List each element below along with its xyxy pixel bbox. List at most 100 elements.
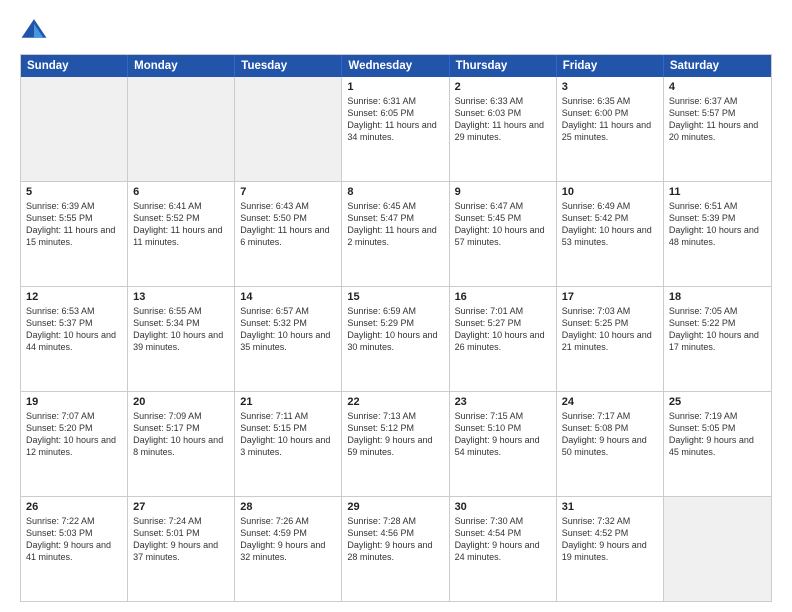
calendar-row-4: 26Sunrise: 7:22 AM Sunset: 5:03 PM Dayli… (21, 496, 771, 601)
day-number: 30 (455, 501, 551, 513)
header-cell-friday: Friday (557, 55, 664, 77)
cell-daylight-text: Sunrise: 6:53 AM Sunset: 5:37 PM Dayligh… (26, 305, 122, 354)
cell-daylight-text: Sunrise: 6:41 AM Sunset: 5:52 PM Dayligh… (133, 200, 229, 249)
calendar-cell (128, 77, 235, 181)
day-number: 17 (562, 291, 658, 303)
calendar-cell: 18 Sunrise: 7:05 AM Sunset: 5:22 PM Dayli… (664, 287, 771, 391)
day-number: 8 (347, 186, 443, 198)
calendar-cell: 16 Sunrise: 7:01 AM Sunset: 5:27 PM Dayli… (450, 287, 557, 391)
calendar-cell: 21 Sunrise: 7:11 AM Sunset: 5:15 PM Dayli… (235, 392, 342, 496)
cell-daylight-text: Sunrise: 6:47 AM Sunset: 5:45 PM Dayligh… (455, 200, 551, 249)
day-number: 14 (240, 291, 336, 303)
cell-daylight-text: Sunrise: 7:05 AM Sunset: 5:22 PM Dayligh… (669, 305, 766, 354)
calendar-cell: 30 Sunrise: 7:30 AM Sunset: 4:54 PM Dayli… (450, 497, 557, 601)
cell-daylight-text: Sunrise: 7:13 AM Sunset: 5:12 PM Dayligh… (347, 410, 443, 459)
calendar-cell: 17 Sunrise: 7:03 AM Sunset: 5:25 PM Dayli… (557, 287, 664, 391)
day-number: 3 (562, 81, 658, 93)
calendar-row-0: 1 Sunrise: 6:31 AM Sunset: 6:05 PM Daylig… (21, 77, 771, 181)
cell-daylight-text: Sunrise: 7:17 AM Sunset: 5:08 PM Dayligh… (562, 410, 658, 459)
day-number: 29 (347, 501, 443, 513)
header (20, 16, 772, 44)
cell-daylight-text: Sunrise: 7:32 AM Sunset: 4:52 PM Dayligh… (562, 515, 658, 564)
cell-daylight-text: Sunrise: 6:45 AM Sunset: 5:47 PM Dayligh… (347, 200, 443, 249)
cell-daylight-text: Sunrise: 7:01 AM Sunset: 5:27 PM Dayligh… (455, 305, 551, 354)
calendar-cell: 24 Sunrise: 7:17 AM Sunset: 5:08 PM Dayli… (557, 392, 664, 496)
calendar-cell: 28Sunrise: 7:26 AM Sunset: 4:59 PM Dayli… (235, 497, 342, 601)
calendar-cell: 20 Sunrise: 7:09 AM Sunset: 5:17 PM Dayli… (128, 392, 235, 496)
calendar-cell: 27Sunrise: 7:24 AM Sunset: 5:01 PM Dayli… (128, 497, 235, 601)
header-cell-sunday: Sunday (21, 55, 128, 77)
day-number: 12 (26, 291, 122, 303)
calendar-cell: 23 Sunrise: 7:15 AM Sunset: 5:10 PM Dayli… (450, 392, 557, 496)
calendar-cell: 5 Sunrise: 6:39 AM Sunset: 5:55 PM Daylig… (21, 182, 128, 286)
day-number: 4 (669, 81, 766, 93)
calendar-cell: 25 Sunrise: 7:19 AM Sunset: 5:05 PM Dayli… (664, 392, 771, 496)
cell-daylight-text: Sunrise: 7:28 AM Sunset: 4:56 PM Dayligh… (347, 515, 443, 564)
day-number: 18 (669, 291, 766, 303)
calendar-cell (235, 77, 342, 181)
calendar-cell: 11Sunrise: 6:51 AM Sunset: 5:39 PM Dayli… (664, 182, 771, 286)
day-number: 2 (455, 81, 551, 93)
header-cell-tuesday: Tuesday (235, 55, 342, 77)
cell-daylight-text: Sunrise: 6:39 AM Sunset: 5:55 PM Dayligh… (26, 200, 122, 249)
calendar-cell: 19 Sunrise: 7:07 AM Sunset: 5:20 PM Dayli… (21, 392, 128, 496)
calendar-cell: 6Sunrise: 6:41 AM Sunset: 5:52 PM Daylig… (128, 182, 235, 286)
calendar-body: 1 Sunrise: 6:31 AM Sunset: 6:05 PM Daylig… (21, 77, 771, 601)
logo (20, 16, 52, 44)
day-number: 27 (133, 501, 229, 513)
calendar-cell: 29 Sunrise: 7:28 AM Sunset: 4:56 PM Dayli… (342, 497, 449, 601)
logo-icon (20, 16, 48, 44)
day-number: 21 (240, 396, 336, 408)
cell-daylight-text: Sunrise: 6:59 AM Sunset: 5:29 PM Dayligh… (347, 305, 443, 354)
calendar-cell: 12 Sunrise: 6:53 AM Sunset: 5:37 PM Dayli… (21, 287, 128, 391)
cell-daylight-text: Sunrise: 6:57 AM Sunset: 5:32 PM Dayligh… (240, 305, 336, 354)
page: SundayMondayTuesdayWednesdayThursdayFrid… (0, 0, 792, 612)
calendar-row-3: 19 Sunrise: 7:07 AM Sunset: 5:20 PM Dayli… (21, 391, 771, 496)
cell-daylight-text: Sunrise: 7:19 AM Sunset: 5:05 PM Dayligh… (669, 410, 766, 459)
cell-daylight-text: Sunrise: 6:35 AM Sunset: 6:00 PM Dayligh… (562, 95, 658, 144)
calendar-cell: 26Sunrise: 7:22 AM Sunset: 5:03 PM Dayli… (21, 497, 128, 601)
cell-daylight-text: Sunrise: 7:22 AM Sunset: 5:03 PM Dayligh… (26, 515, 122, 564)
header-cell-saturday: Saturday (664, 55, 771, 77)
cell-daylight-text: Sunrise: 6:31 AM Sunset: 6:05 PM Dayligh… (347, 95, 443, 144)
cell-daylight-text: Sunrise: 7:30 AM Sunset: 4:54 PM Dayligh… (455, 515, 551, 564)
day-number: 13 (133, 291, 229, 303)
cell-daylight-text: Sunrise: 6:37 AM Sunset: 5:57 PM Dayligh… (669, 95, 766, 144)
calendar-cell: 13Sunrise: 6:55 AM Sunset: 5:34 PM Dayli… (128, 287, 235, 391)
day-number: 19 (26, 396, 122, 408)
cell-daylight-text: Sunrise: 7:03 AM Sunset: 5:25 PM Dayligh… (562, 305, 658, 354)
day-number: 20 (133, 396, 229, 408)
calendar-cell: 3 Sunrise: 6:35 AM Sunset: 6:00 PM Daylig… (557, 77, 664, 181)
calendar-cell: 31 Sunrise: 7:32 AM Sunset: 4:52 PM Dayli… (557, 497, 664, 601)
cell-daylight-text: Sunrise: 6:33 AM Sunset: 6:03 PM Dayligh… (455, 95, 551, 144)
day-number: 1 (347, 81, 443, 93)
cell-daylight-text: Sunrise: 6:43 AM Sunset: 5:50 PM Dayligh… (240, 200, 336, 249)
calendar-cell: 1 Sunrise: 6:31 AM Sunset: 6:05 PM Daylig… (342, 77, 449, 181)
cell-daylight-text: Sunrise: 7:07 AM Sunset: 5:20 PM Dayligh… (26, 410, 122, 459)
calendar-cell: 22 Sunrise: 7:13 AM Sunset: 5:12 PM Dayli… (342, 392, 449, 496)
day-number: 28 (240, 501, 336, 513)
header-cell-wednesday: Wednesday (342, 55, 449, 77)
day-number: 22 (347, 396, 443, 408)
day-number: 10 (562, 186, 658, 198)
cell-daylight-text: Sunrise: 7:15 AM Sunset: 5:10 PM Dayligh… (455, 410, 551, 459)
calendar: SundayMondayTuesdayWednesdayThursdayFrid… (20, 54, 772, 602)
day-number: 15 (347, 291, 443, 303)
cell-daylight-text: Sunrise: 7:09 AM Sunset: 5:17 PM Dayligh… (133, 410, 229, 459)
day-number: 24 (562, 396, 658, 408)
day-number: 7 (240, 186, 336, 198)
calendar-cell: 7 Sunrise: 6:43 AM Sunset: 5:50 PM Daylig… (235, 182, 342, 286)
day-number: 23 (455, 396, 551, 408)
calendar-cell (664, 497, 771, 601)
day-number: 5 (26, 186, 122, 198)
calendar-row-1: 5 Sunrise: 6:39 AM Sunset: 5:55 PM Daylig… (21, 181, 771, 286)
header-cell-monday: Monday (128, 55, 235, 77)
cell-daylight-text: Sunrise: 7:11 AM Sunset: 5:15 PM Dayligh… (240, 410, 336, 459)
day-number: 31 (562, 501, 658, 513)
day-number: 25 (669, 396, 766, 408)
header-cell-thursday: Thursday (450, 55, 557, 77)
calendar-cell (21, 77, 128, 181)
calendar-cell: 14 Sunrise: 6:57 AM Sunset: 5:32 PM Dayli… (235, 287, 342, 391)
cell-daylight-text: Sunrise: 6:51 AM Sunset: 5:39 PM Dayligh… (669, 200, 766, 249)
day-number: 16 (455, 291, 551, 303)
